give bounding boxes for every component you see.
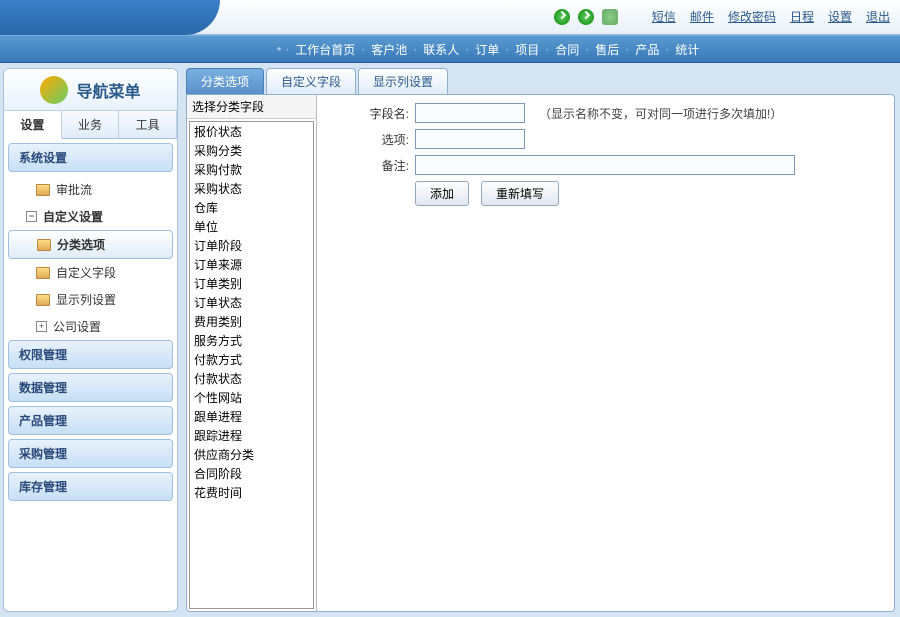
sidebar-tab-business[interactable]: 业务	[62, 111, 120, 138]
field-list[interactable]: 报价状态采购分类采购付款采购状态仓库单位订单阶段订单来源订单类别订单状态费用类别…	[189, 121, 314, 609]
top-link-mail[interactable]: 邮件	[690, 8, 714, 25]
sidebar-tab-tools[interactable]: 工具	[119, 111, 177, 138]
form-panel: 字段名: （显示名称不变，可对同一项进行多次填加!） 选项: 备注: 添加 重新…	[317, 95, 894, 611]
tree-custom-fields-label: 自定义字段	[56, 264, 116, 281]
top-link-logout[interactable]: 退出	[866, 8, 890, 25]
field-panel-header: 选择分类字段	[187, 95, 316, 119]
tree-custom-fields[interactable]: 自定义字段	[8, 259, 173, 286]
sidebar-tab-settings[interactable]: 设置	[4, 111, 62, 139]
tree-display-columns-label: 显示列设置	[56, 291, 116, 308]
nav-workbench[interactable]: 工作台首页	[291, 41, 359, 58]
field-list-item[interactable]: 跟单进程	[190, 407, 313, 426]
field-list-item[interactable]: 合同阶段	[190, 464, 313, 483]
field-list-item[interactable]: 采购状态	[190, 179, 313, 198]
tree-approval-label: 审批流	[56, 181, 92, 198]
nav-bullet: •	[275, 42, 283, 56]
nav-stats[interactable]: 统计	[671, 41, 703, 58]
ctab-custom-fields[interactable]: 自定义字段	[266, 68, 356, 94]
sidebar-body: 系统设置 审批流 − 自定义设置 分类选项 自定义字段 显示列设置	[4, 139, 177, 611]
content: 分类选项 自定义字段 显示列设置 选择分类字段 报价状态采购分类采购付款采购状态…	[181, 63, 900, 617]
top-right-links: 短信 邮件 修改密码 日程 设置 退出	[554, 8, 890, 25]
add-button[interactable]: 添加	[415, 181, 469, 206]
minus-icon: −	[26, 211, 37, 222]
top-link-password[interactable]: 修改密码	[728, 8, 776, 25]
ctab-category[interactable]: 分类选项	[186, 68, 264, 94]
sidebar: 导航菜单 设置 业务 工具 系统设置 审批流 − 自定义设置 分类选项 自定义字	[3, 68, 178, 612]
acc-product-mgmt[interactable]: 产品管理	[8, 406, 173, 435]
refresh-icon[interactable]	[602, 9, 618, 25]
top-link-schedule[interactable]: 日程	[790, 8, 814, 25]
back-icon[interactable]	[554, 9, 570, 25]
main-area: 导航菜单 设置 业务 工具 系统设置 审批流 − 自定义设置 分类选项 自定义字	[0, 63, 900, 617]
field-list-item[interactable]: 订单来源	[190, 255, 313, 274]
field-list-item[interactable]: 供应商分类	[190, 445, 313, 464]
folder-icon	[37, 239, 51, 251]
acc-stock-mgmt[interactable]: 库存管理	[8, 472, 173, 501]
field-list-item[interactable]: 报价状态	[190, 122, 313, 141]
options-input[interactable]	[415, 129, 525, 149]
tree-category-options-label: 分类选项	[57, 236, 105, 253]
tree-category-options[interactable]: 分类选项	[8, 230, 173, 259]
field-list-item[interactable]: 仓库	[190, 198, 313, 217]
nav-projects[interactable]: 项目	[511, 41, 543, 58]
plus-icon: +	[36, 321, 47, 332]
sidebar-header: 导航菜单	[4, 69, 177, 111]
tree-display-columns[interactable]: 显示列设置	[8, 286, 173, 313]
nav-orders[interactable]: 订单	[471, 41, 503, 58]
folder-icon	[36, 294, 50, 306]
folder-icon	[36, 267, 50, 279]
remark-input[interactable]	[415, 155, 795, 175]
logo-icon	[40, 76, 68, 104]
sidebar-tabs: 设置 业务 工具	[4, 111, 177, 139]
sidebar-title: 导航菜单	[76, 78, 140, 102]
fieldname-label: 字段名:	[329, 105, 409, 122]
field-list-item[interactable]: 服务方式	[190, 331, 313, 350]
nav-products[interactable]: 产品	[631, 41, 663, 58]
forward-icon[interactable]	[578, 9, 594, 25]
acc-perm-mgmt[interactable]: 权限管理	[8, 340, 173, 369]
field-list-item[interactable]: 费用类别	[190, 312, 313, 331]
nav-customers[interactable]: 客户池	[367, 41, 411, 58]
acc-purchase-mgmt[interactable]: 采购管理	[8, 439, 173, 468]
ctab-display-cols[interactable]: 显示列设置	[358, 68, 448, 94]
reset-button[interactable]: 重新填写	[481, 181, 559, 206]
field-list-item[interactable]: 采购付款	[190, 160, 313, 179]
field-list-item[interactable]: 付款状态	[190, 369, 313, 388]
field-list-item[interactable]: 订单状态	[190, 293, 313, 312]
acc-system-settings[interactable]: 系统设置	[8, 143, 173, 172]
nav-bar: • ·工作台首页 ·客户池 ·联系人 ·订单 ·项目 ·合同 ·售后 ·产品 ·…	[0, 35, 900, 63]
field-list-item[interactable]: 付款方式	[190, 350, 313, 369]
top-bar: 短信 邮件 修改密码 日程 设置 退出	[0, 0, 900, 35]
folder-icon	[36, 184, 50, 196]
nav-contracts[interactable]: 合同	[551, 41, 583, 58]
field-panel: 选择分类字段 报价状态采购分类采购付款采购状态仓库单位订单阶段订单来源订单类别订…	[187, 95, 317, 611]
nav-contacts[interactable]: 联系人	[419, 41, 463, 58]
tree-custom-settings[interactable]: − 自定义设置	[8, 203, 173, 230]
field-list-item[interactable]: 采购分类	[190, 141, 313, 160]
tree-custom-settings-label: 自定义设置	[43, 208, 103, 225]
field-list-item[interactable]: 订单阶段	[190, 236, 313, 255]
field-list-item[interactable]: 单位	[190, 217, 313, 236]
top-curve-decoration	[0, 0, 220, 35]
content-tabs: 分类选项 自定义字段 显示列设置	[186, 68, 895, 94]
field-list-item[interactable]: 跟踪进程	[190, 426, 313, 445]
fieldname-input[interactable]	[415, 103, 525, 123]
field-list-item[interactable]: 花费时间	[190, 483, 313, 502]
field-list-item[interactable]: 订单类别	[190, 274, 313, 293]
top-link-settings[interactable]: 设置	[828, 8, 852, 25]
remark-label: 备注:	[329, 157, 409, 174]
content-body: 选择分类字段 报价状态采购分类采购付款采购状态仓库单位订单阶段订单来源订单类别订…	[186, 94, 895, 612]
tree-company-settings[interactable]: + 公司设置	[8, 313, 173, 340]
top-link-sms[interactable]: 短信	[652, 8, 676, 25]
options-label: 选项:	[329, 131, 409, 148]
field-list-item[interactable]: 个性网站	[190, 388, 313, 407]
nav-aftersales[interactable]: 售后	[591, 41, 623, 58]
fieldname-hint: （显示名称不变，可对同一项进行多次填加!）	[539, 105, 782, 122]
tree-approval[interactable]: 审批流	[8, 176, 173, 203]
acc-data-mgmt[interactable]: 数据管理	[8, 373, 173, 402]
tree-company-settings-label: 公司设置	[53, 318, 101, 335]
top-icons	[554, 9, 618, 25]
